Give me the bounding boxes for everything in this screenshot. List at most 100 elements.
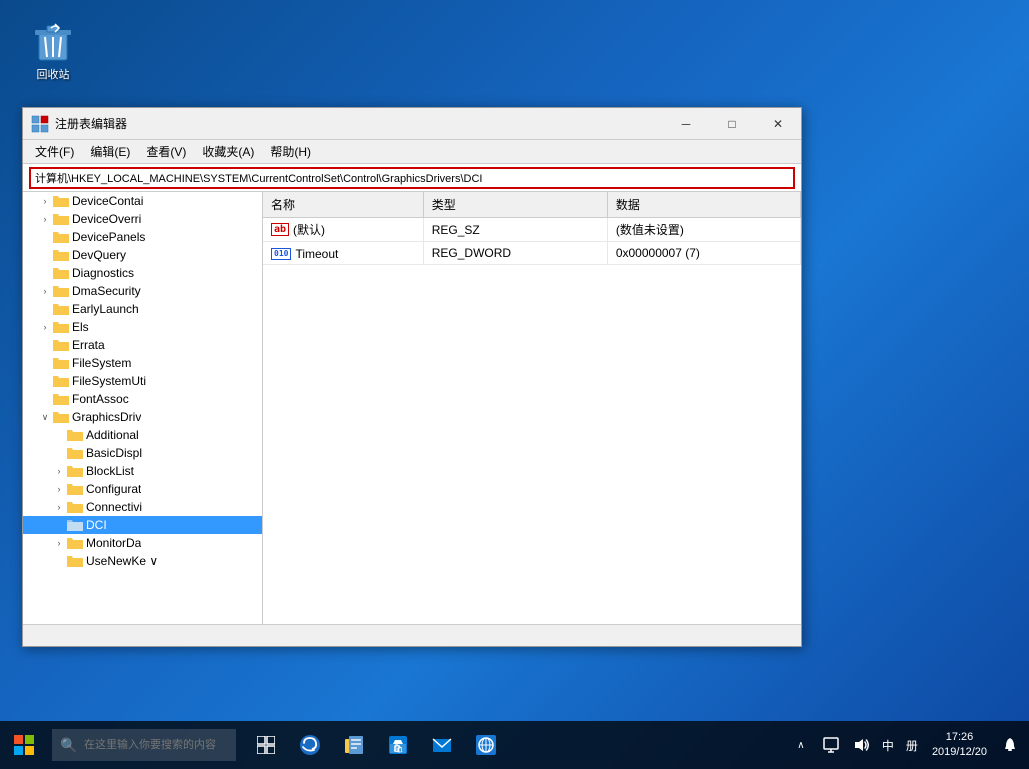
tray-language[interactable]: 中 (876, 721, 900, 769)
title-bar-text: 注册表编辑器 (55, 115, 663, 132)
tree-label-errata: Errata (72, 338, 105, 352)
tree-item-els[interactable]: › Els (23, 318, 262, 336)
tree-item-dci[interactable]: DCI (23, 516, 262, 534)
menu-edit[interactable]: 编辑(E) (82, 141, 138, 162)
tree-label-fontassoc: FontAssoc (72, 392, 129, 406)
taskbar-search-input[interactable] (52, 729, 236, 761)
registry-panel: 名称 类型 数据 ab (默认) (263, 192, 801, 624)
tree-item-usenewke[interactable]: UseNewKe ∨ (23, 552, 262, 570)
recycle-bin-icon[interactable]: 回收站 (18, 18, 88, 86)
tree-item-devicepanels[interactable]: DevicePanels (23, 228, 262, 246)
folder-icon (67, 482, 83, 496)
tree-label-dmasecurity: DmaSecurity (72, 284, 141, 298)
network-taskbar-button[interactable] (464, 721, 508, 769)
explorer-taskbar-button[interactable] (332, 721, 376, 769)
tray-network (823, 737, 839, 753)
table-row[interactable]: ab (默认) REG_SZ (数值未设置) (263, 218, 801, 242)
registry-table: 名称 类型 数据 ab (默认) (263, 192, 801, 624)
folder-icon (53, 392, 69, 406)
network-icon (475, 734, 497, 756)
tree-item-configurat[interactable]: › Configurat (23, 480, 262, 498)
tree-label-devquery: DevQuery (72, 248, 126, 262)
search-icon-taskbar: 🔍 (60, 737, 77, 754)
tree-item-errata[interactable]: Errata (23, 336, 262, 354)
edge-icon (299, 734, 321, 756)
store-taskbar-button[interactable]: 🛍 (376, 721, 420, 769)
tree-item-blocklist[interactable]: › BlockList (23, 462, 262, 480)
tree-item-monitorda[interactable]: › MonitorDa (23, 534, 262, 552)
expand-icon: › (51, 484, 67, 494)
menu-file[interactable]: 文件(F) (27, 141, 82, 162)
tree-item-filesystem[interactable]: FileSystem (23, 354, 262, 372)
maximize-button[interactable]: □ (709, 108, 755, 140)
tree-label-dci: DCI (86, 518, 107, 532)
tree-item-diagnostics[interactable]: Diagnostics (23, 264, 262, 282)
edge-taskbar-button[interactable] (288, 721, 332, 769)
tray-network-icon[interactable] (816, 721, 846, 769)
folder-icon (53, 248, 69, 262)
tree-item-deviceoverri[interactable]: › DeviceOverri (23, 210, 262, 228)
tray-clock[interactable]: 17:26 2019/12/20 (924, 721, 995, 769)
tray-grid-text: 册 (906, 737, 918, 754)
main-content: › DeviceContai › DeviceOverri DevicePane… (23, 192, 801, 624)
tree-item-devicecontai[interactable]: › DeviceContai (23, 192, 262, 210)
tree-label-usenewke: UseNewKe ∨ (86, 554, 158, 568)
tree-item-fontassoc[interactable]: FontAssoc (23, 390, 262, 408)
menu-view[interactable]: 查看(V) (138, 141, 194, 162)
tree-item-connectivi[interactable]: › Connectivi (23, 498, 262, 516)
expand-icon: › (37, 286, 53, 296)
recycle-bin-image (33, 22, 73, 62)
tree-item-filesystemuti[interactable]: FileSystemUti (23, 372, 262, 390)
tree-item-basicdispl[interactable]: BasicDispl (23, 444, 262, 462)
store-icon: 🛍 (387, 734, 409, 756)
folder-icon (53, 284, 69, 298)
menu-help[interactable]: 帮助(H) (262, 141, 319, 162)
taskbar: 🔍 (0, 721, 1029, 769)
minimize-button[interactable]: ─ (663, 108, 709, 140)
close-button[interactable]: ✕ (755, 108, 801, 140)
tree-item-earlylaunch[interactable]: EarlyLaunch (23, 300, 262, 318)
folder-icon (67, 536, 83, 550)
tree-inner[interactable]: › DeviceContai › DeviceOverri DevicePane… (23, 192, 262, 624)
expand-icon: › (37, 214, 53, 224)
tray-lang-text: 中 (882, 737, 894, 754)
windows-logo (14, 735, 34, 755)
tree-item-graphicsdriv[interactable]: ∨ GraphicsDriv (23, 408, 262, 426)
folder-icon (53, 320, 69, 334)
folder-icon (53, 302, 69, 316)
clock-time: 17:26 (946, 730, 974, 745)
tree-label-basicdispl: BasicDispl (86, 446, 142, 460)
folder-icon (67, 428, 83, 442)
notification-icon (1002, 737, 1018, 753)
tree-item-additional[interactable]: Additional (23, 426, 262, 444)
expand-icon: › (37, 196, 53, 206)
folder-icon-dci (67, 518, 83, 532)
tray-notification-icon[interactable] (995, 721, 1025, 769)
mail-taskbar-button[interactable] (420, 721, 464, 769)
task-view-button[interactable] (244, 721, 288, 769)
table-row[interactable]: 010 Timeout REG_DWORD 0x00000007 (7) (263, 242, 801, 265)
registry-editor-title-icon (31, 115, 49, 133)
folder-icon (53, 266, 69, 280)
menu-favorites[interactable]: 收藏夹(A) (194, 141, 262, 162)
tray-input-method[interactable]: 册 (900, 721, 924, 769)
address-input[interactable] (29, 167, 795, 189)
start-button[interactable] (0, 721, 48, 769)
value-icon-dword: 010 (271, 248, 291, 260)
expand-icon: › (51, 538, 67, 548)
cell-type-timeout: REG_DWORD (423, 242, 607, 265)
value-icon-ab: ab (271, 223, 289, 236)
title-bar-buttons: ─ □ ✕ (663, 108, 801, 139)
folder-icon (67, 446, 83, 460)
status-bar (23, 624, 801, 646)
tree-item-dmasecurity[interactable]: › DmaSecurity (23, 282, 262, 300)
menu-bar: 文件(F) 编辑(E) 查看(V) 收藏夹(A) 帮助(H) (23, 140, 801, 164)
tray-show-hidden[interactable]: ∧ (786, 721, 816, 769)
tree-item-devquery[interactable]: DevQuery (23, 246, 262, 264)
address-bar (23, 164, 801, 192)
expand-icon: › (51, 466, 67, 476)
tree-label-configurat: Configurat (86, 482, 141, 496)
taskbar-tray: ∧ 中 册 17 (786, 721, 1029, 769)
folder-icon (53, 356, 69, 370)
tray-volume-icon[interactable] (846, 721, 876, 769)
